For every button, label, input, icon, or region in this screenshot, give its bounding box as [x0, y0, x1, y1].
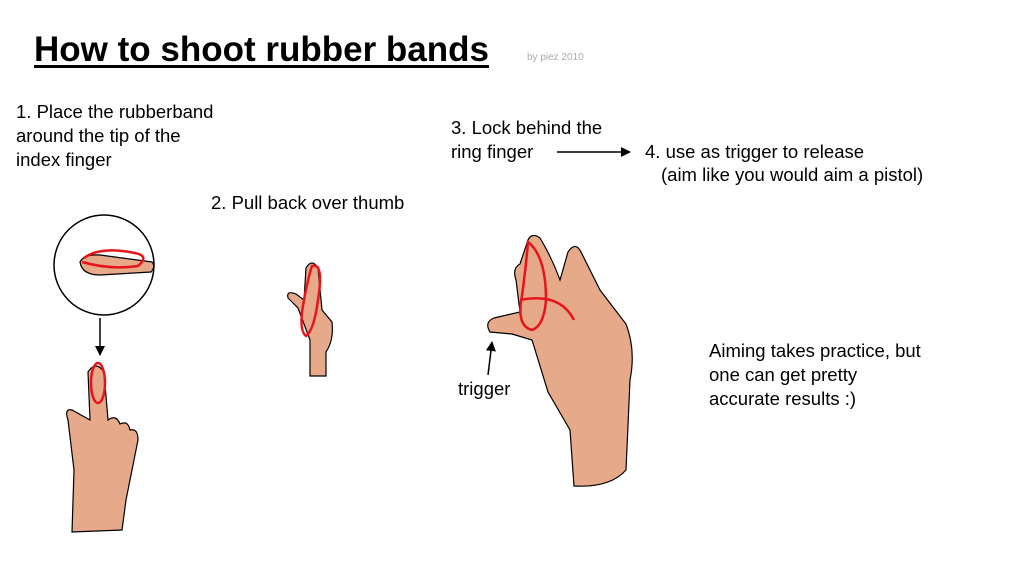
- illustration-canvas: [53, 147, 633, 533]
- hand-loaded: [487, 234, 633, 487]
- hand-index-up: [66, 361, 139, 533]
- zoom-circle: [53, 214, 155, 316]
- hand-thumb-pull: [287, 262, 333, 377]
- trigger-arrow: [485, 341, 496, 376]
